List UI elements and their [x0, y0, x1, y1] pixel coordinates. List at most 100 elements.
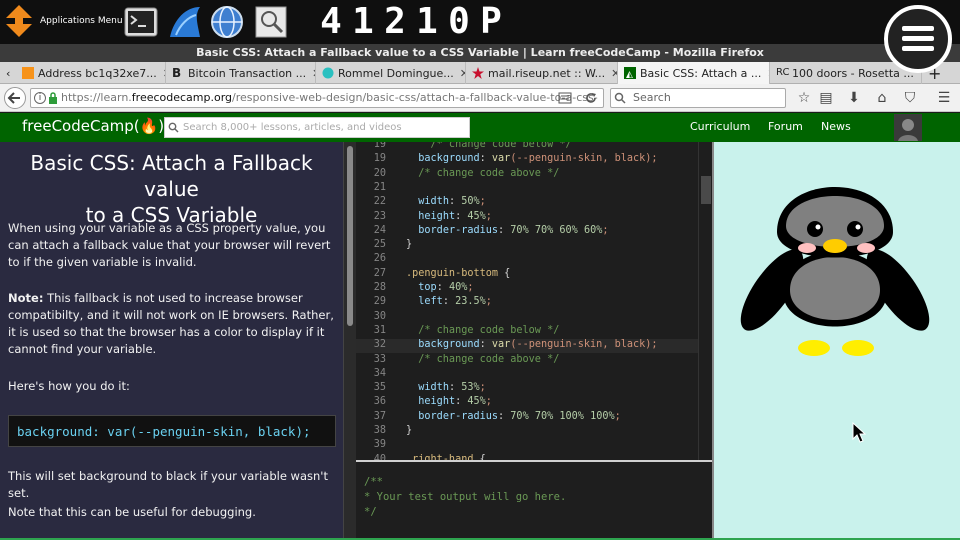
tab-label: Basic CSS: Attach a ...: [640, 66, 762, 80]
fcc-search-input[interactable]: Search 8,000+ lessons, articles, and vid…: [164, 117, 470, 138]
scrollbar-thumb[interactable]: [701, 176, 711, 204]
line-number: 30: [373, 310, 386, 322]
code-editor[interactable]: 40 .right-hand {39 38} 37 border-radius: 70…: [356, 142, 712, 460]
code-text: border-radius: 70% 70% 60% 60%;: [418, 224, 609, 236]
clock-digit: 4: [320, 1, 342, 42]
bookmark-star-icon[interactable]: ☆: [794, 88, 814, 108]
close-icon[interactable]: ✕: [605, 67, 617, 80]
code-line[interactable]: 38}: [356, 425, 698, 439]
search-icon: [168, 122, 179, 133]
code-line[interactable]: 21: [356, 182, 698, 196]
globe-icon[interactable]: [210, 5, 244, 39]
library-icon[interactable]: ▤: [816, 88, 836, 108]
hamburger-icon[interactable]: ☰: [934, 88, 954, 108]
url-bar[interactable]: https://learn.freecodecamp.org/responsiv…: [30, 88, 604, 108]
output-line: */: [364, 506, 377, 518]
tab-label: Address bc1q32xe7...: [38, 66, 157, 80]
line-number: 39: [373, 439, 386, 451]
hamburger-menu-button[interactable]: [884, 5, 952, 73]
search-field[interactable]: Search: [610, 88, 786, 108]
close-icon[interactable]: ✕: [454, 67, 465, 80]
code-line[interactable]: 26: [356, 253, 698, 267]
search-placeholder: Search: [633, 91, 671, 104]
code-text: }: [406, 425, 413, 436]
code-text: }: [406, 239, 413, 251]
terminal-icon[interactable]: [124, 5, 158, 39]
close-icon[interactable]: ✕: [306, 67, 315, 80]
home-icon[interactable]: ⌂: [872, 88, 892, 108]
lock-icon: [49, 92, 57, 104]
lesson-scrollbar[interactable]: [343, 142, 356, 540]
lesson-title-line: Basic CSS: Attach a Fallback value: [30, 151, 313, 201]
fcc-logo[interactable]: freeCodeCamp(🔥): [22, 117, 164, 135]
code-line[interactable]: 32 background: var(--penguin-skin, black…: [356, 339, 698, 354]
code-line[interactable]: 28 top: 40%;: [356, 282, 698, 296]
tab-scroll-left-button[interactable]: ‹: [0, 62, 16, 84]
code-example: background: var(--penguin-skin, black);: [8, 415, 336, 447]
code-text: /* change code below */: [406, 142, 572, 150]
line-number: 35: [373, 382, 386, 394]
code-line[interactable]: 20 /* change code above */: [356, 168, 698, 182]
code-line[interactable]: 34: [356, 368, 698, 382]
pocket-icon[interactable]: ⛉: [900, 88, 920, 108]
code-line[interactable]: 39: [356, 439, 698, 453]
reload-icon[interactable]: [584, 91, 598, 105]
code-line[interactable]: 27 .penguin-bottom {: [356, 268, 698, 282]
close-icon[interactable]: ✕: [157, 67, 165, 80]
bitcoin-icon: [22, 67, 34, 79]
code-line[interactable]: 24 border-radius: 70% 70% 60% 60%;: [356, 225, 698, 239]
tab-rommel[interactable]: Rommel Domingue... ✕: [316, 62, 466, 84]
nav-curriculum[interactable]: Curriculum: [690, 120, 750, 133]
line-number: 25: [373, 239, 386, 251]
line-number: 20: [373, 167, 386, 179]
code-text: width: 50%;: [418, 196, 486, 208]
clock-digit: 2: [384, 1, 406, 42]
code-line[interactable]: 29 left: 23.5%;: [356, 296, 698, 310]
back-arrow-icon: [7, 92, 20, 104]
close-icon[interactable]: ✕: [761, 67, 769, 80]
info-icon[interactable]: i: [34, 92, 46, 104]
scrollbar-thumb[interactable]: [347, 146, 353, 326]
tab-bitcoin-transaction[interactable]: B Bitcoin Transaction ... ✕: [166, 62, 316, 84]
line-number: 38: [373, 425, 386, 436]
code-text: top: 40%;: [418, 282, 474, 293]
code-line[interactable]: 22 width: 50%;: [356, 196, 698, 210]
applications-menu-icon: [6, 5, 32, 37]
tab-riseup-mail[interactable]: mail.riseup.net :: W... ✕: [466, 62, 618, 84]
code-line[interactable]: 35 width: 53%;: [356, 382, 698, 396]
window-title: Basic CSS: Attach a Fallback value to a …: [0, 44, 960, 62]
avatar[interactable]: [894, 114, 922, 141]
code-text: background: var(--penguin-skin, black);: [418, 153, 658, 165]
clock-digit: 1: [416, 1, 438, 42]
code-text: /* change code above */: [406, 167, 560, 179]
code-line[interactable]: 19 /* change code below */: [356, 142, 698, 153]
output-line: /**: [364, 476, 383, 488]
code-text: height: 45%;: [418, 396, 492, 408]
line-number: 24: [373, 224, 386, 236]
tab-bitcoin-address[interactable]: Address bc1q32xe7... ✕: [16, 62, 166, 84]
code-line[interactable]: 30: [356, 311, 698, 325]
search-icon[interactable]: [254, 5, 288, 39]
editor-scrollbar[interactable]: [698, 142, 712, 460]
code-line[interactable]: 36 height: 45%;: [356, 396, 698, 410]
svg-text:◭: ◭: [626, 70, 633, 79]
line-number: 22: [373, 196, 386, 208]
line-number: 19: [373, 142, 386, 150]
clock-digit: 1: [352, 1, 374, 42]
url-path: /responsive-web-design/basic-css/attach-…: [232, 91, 598, 104]
code-line[interactable]: 33 /* change code above */: [356, 354, 698, 368]
back-button[interactable]: [4, 87, 26, 109]
nav-news[interactable]: News: [821, 120, 851, 133]
code-line[interactable]: 23 height: 45%;: [356, 211, 698, 225]
browser-icon[interactable]: [168, 5, 202, 39]
code-line[interactable]: 31 /* change code below */: [356, 325, 698, 339]
code-line[interactable]: 37 border-radius: 70% 70% 100% 100%;: [356, 411, 698, 425]
tab-bar: Address bc1q32xe7... ✕ B Bitcoin Transac…: [0, 62, 960, 84]
code-line[interactable]: 25}: [356, 239, 698, 253]
reader-view-icon[interactable]: [558, 92, 572, 104]
tab-basic-css[interactable]: ◭ Basic CSS: Attach a ... ✕: [618, 62, 770, 84]
applications-menu[interactable]: Applications Menu: [6, 4, 123, 38]
download-icon[interactable]: ⬇: [844, 88, 864, 108]
code-line[interactable]: 19 background: var(--penguin-skin, black…: [356, 153, 698, 167]
nav-forum[interactable]: Forum: [768, 120, 803, 133]
